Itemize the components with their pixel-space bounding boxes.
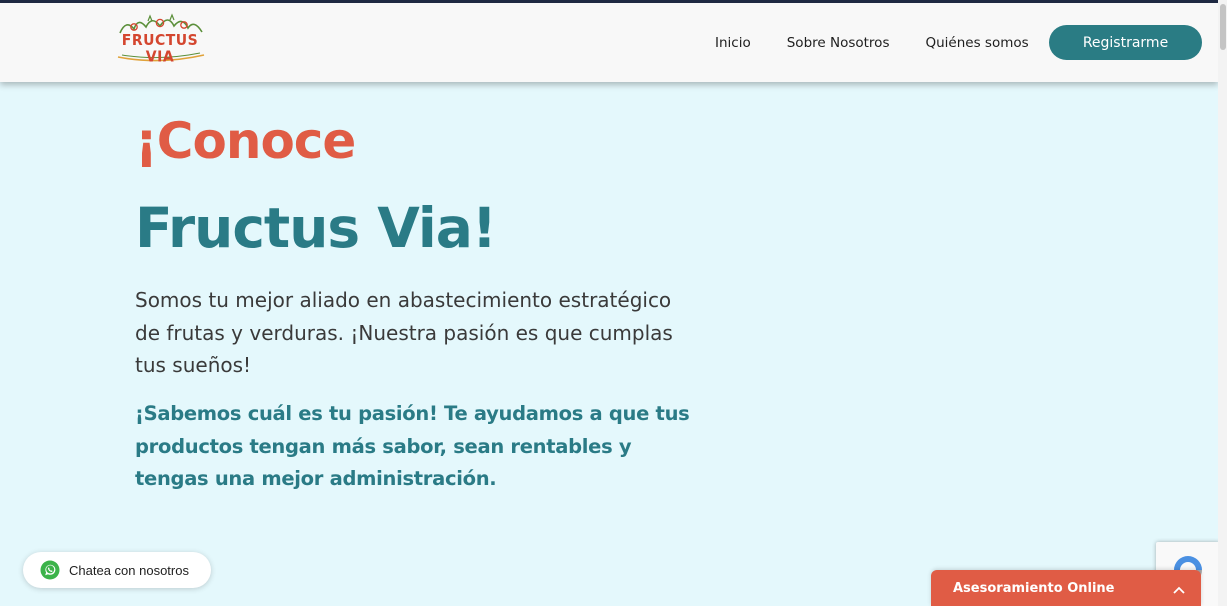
online-advice-label: Asesoramiento Online xyxy=(953,581,1115,596)
register-button[interactable]: Registrarme xyxy=(1049,25,1202,60)
nav-link-inicio[interactable]: Inicio xyxy=(715,35,751,51)
site-logo[interactable]: FRUCTUS VIA xyxy=(112,11,208,66)
hero-title-line-1: ¡Conoce xyxy=(135,112,356,170)
hero-description: Somos tu mejor aliado en abastecimiento … xyxy=(135,288,673,377)
site-header: FRUCTUS VIA Inicio Sobre Nosotros Quiéne… xyxy=(0,3,1218,82)
nav-link-sobre-nosotros[interactable]: Sobre Nosotros xyxy=(787,35,890,51)
whatsapp-chat-label: Chatea con nosotros xyxy=(69,562,189,578)
hero-title-line-2: Fructus Via! xyxy=(135,196,497,260)
hero-highlight: ¡Sabemos cuál es tu pasión! Te ayudamos … xyxy=(135,402,690,490)
nav-link-quienes-somos[interactable]: Quiénes somos xyxy=(925,35,1028,51)
whatsapp-icon xyxy=(40,560,60,580)
scrollbar-thumb[interactable] xyxy=(1220,4,1226,50)
main-nav: Inicio Sobre Nosotros Quiénes somos xyxy=(700,25,1065,61)
whatsapp-chat-button[interactable]: Chatea con nosotros xyxy=(23,552,211,588)
online-advice-tab[interactable]: Asesoramiento Online xyxy=(931,570,1201,606)
logo-text: FRUCTUS VIA xyxy=(121,32,199,66)
scrollbar-track[interactable] xyxy=(1218,0,1227,606)
chevron-up-icon xyxy=(1173,586,1185,594)
